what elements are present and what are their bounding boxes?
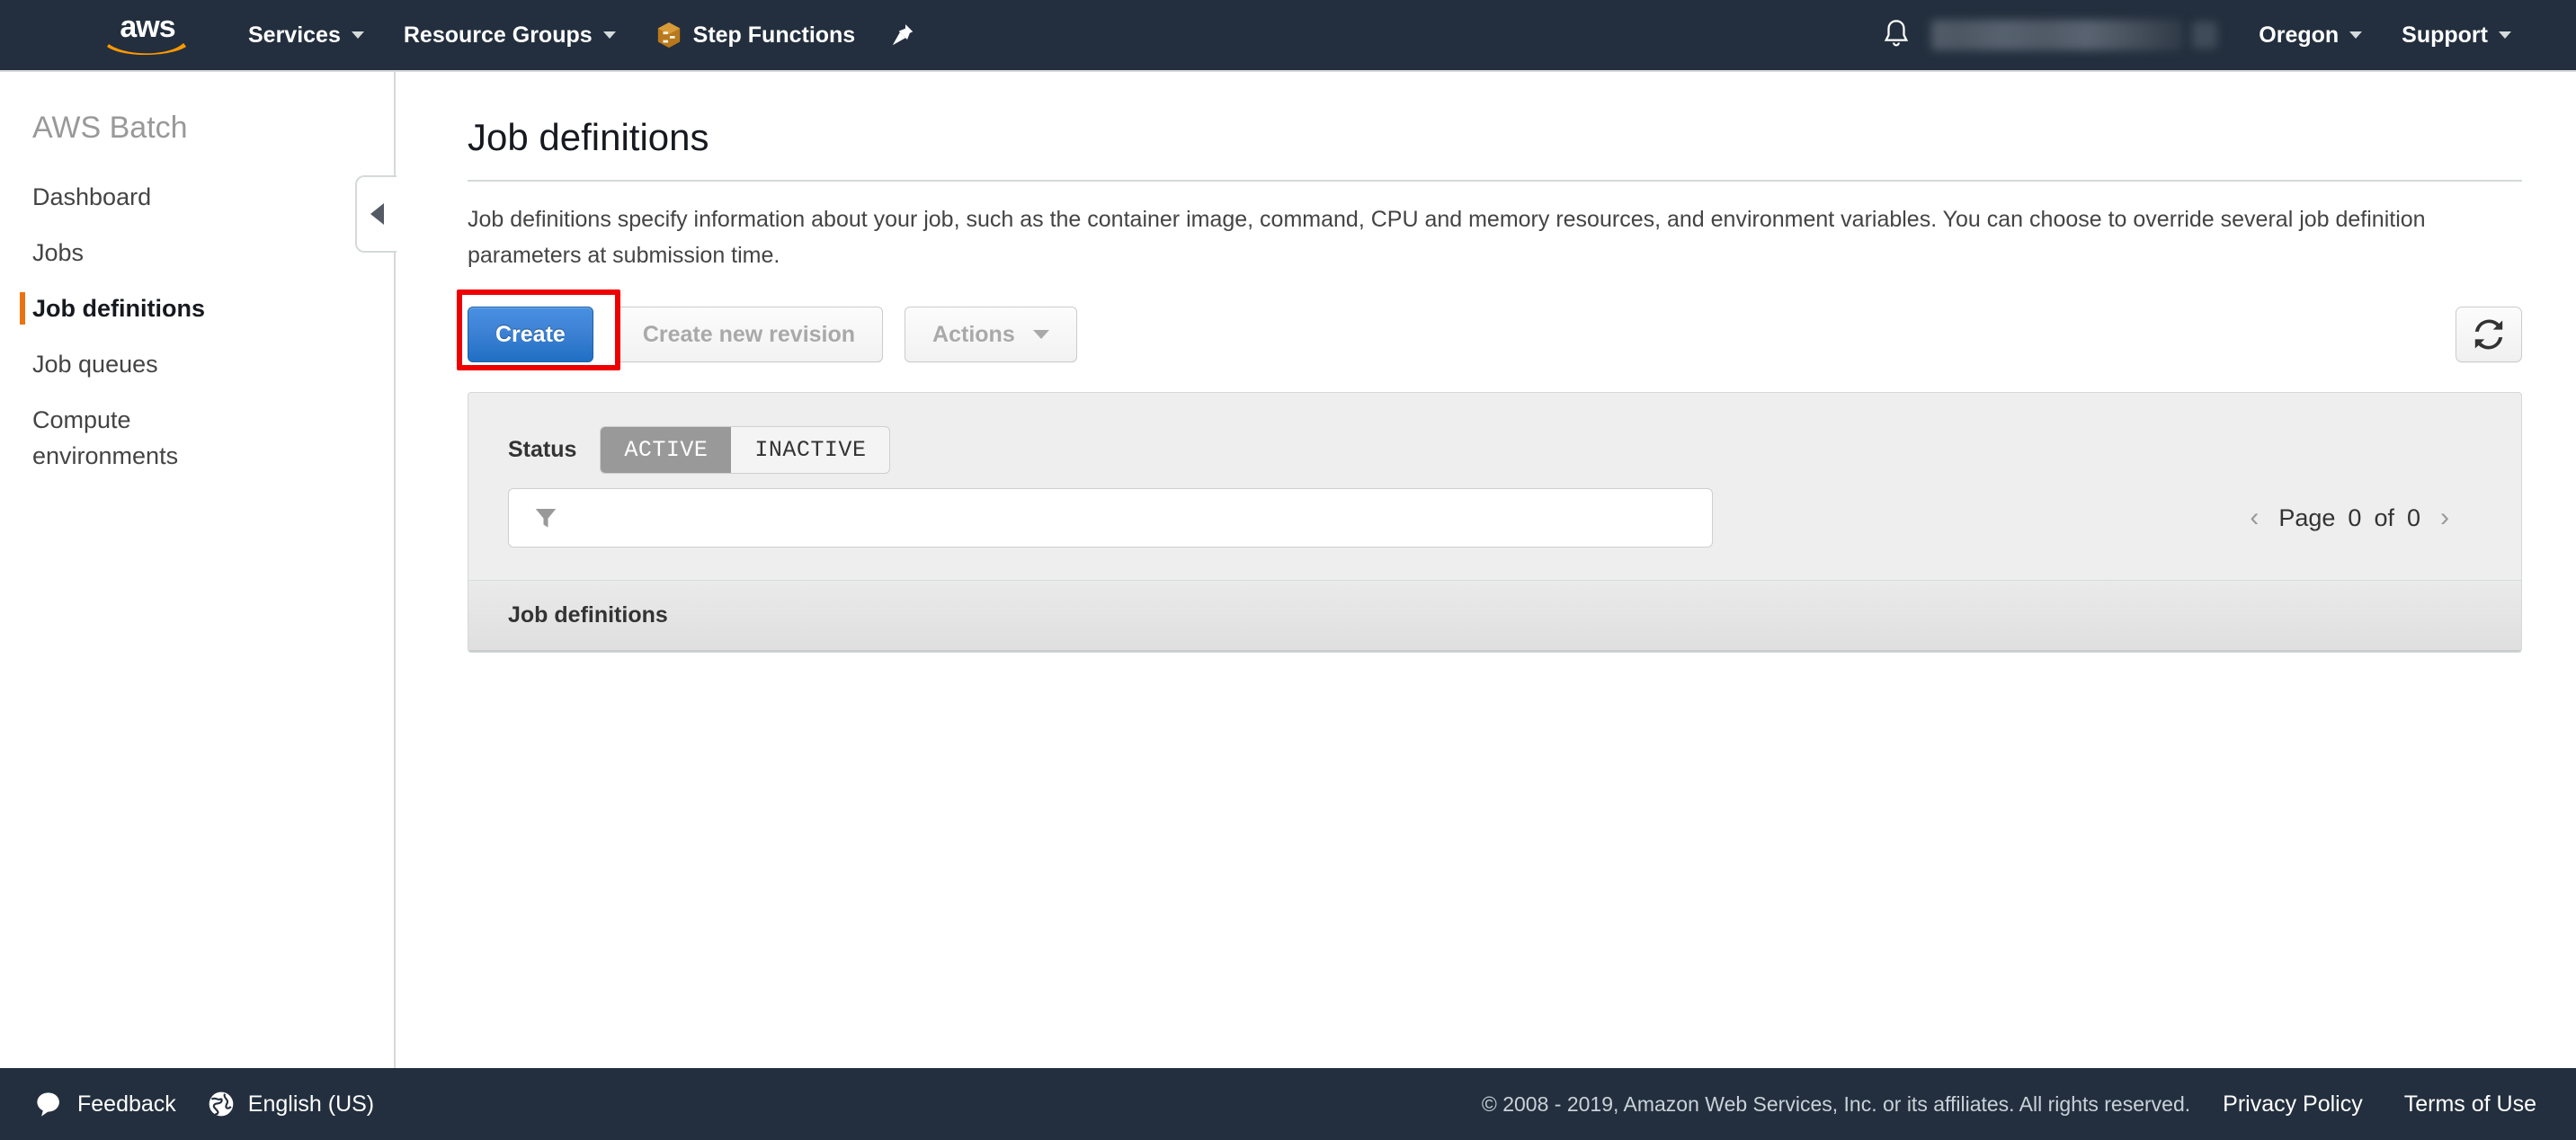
title-divider: [468, 180, 2522, 182]
copyright-text: © 2008 - 2019, Amazon Web Services, Inc.…: [1481, 1091, 2191, 1116]
table-header-label: Job definitions: [508, 602, 668, 628]
chevron-down-icon: [351, 31, 364, 39]
status-option-label: ACTIVE: [624, 436, 709, 463]
status-segmented-control: ACTIVE INACTIVE: [600, 425, 891, 474]
sidebar-item-label: Job definitions: [32, 295, 205, 322]
sidebar-item-label: Jobs: [32, 239, 85, 266]
sidebar-title: AWS Batch: [32, 111, 188, 145]
chevron-down-icon: [2499, 31, 2511, 39]
actions-dropdown-button[interactable]: Actions: [905, 307, 1077, 362]
chevron-down-icon: [1032, 330, 1049, 339]
chevron-down-icon: [2349, 31, 2363, 39]
sidebar-item-list: Dashboard Jobs Job definitions Job queue…: [0, 169, 394, 484]
pagination-of-word: of: [2374, 503, 2394, 531]
page-footer: Feedback English (US) © 2008 - 2019, Ama…: [0, 1068, 2576, 1140]
sidebar-navigation: AWS Batch Dashboard Jobs Job definitions…: [0, 72, 396, 1068]
refresh-button[interactable]: [2456, 307, 2522, 362]
nav-services-label: Services: [248, 22, 341, 48]
job-definitions-panel: Status ACTIVE INACTIVE ‹ Page 0 of 0 › J…: [468, 392, 2522, 653]
terms-of-use-link[interactable]: Terms of Use: [2404, 1091, 2536, 1118]
feedback-label: Feedback: [77, 1091, 176, 1117]
sidebar-collapse-button[interactable]: [355, 175, 397, 253]
sidebar-item-compute-environments[interactable]: Compute environments: [0, 392, 261, 484]
create-button-label: Create: [495, 321, 566, 347]
sidebar-item-label: Dashboard: [32, 183, 152, 210]
nav-resource-groups-label: Resource Groups: [403, 22, 593, 48]
sidebar-item-label: Job queues: [32, 351, 158, 378]
sidebar-item-job-definitions[interactable]: Job definitions: [0, 281, 394, 336]
feedback-link[interactable]: Feedback: [34, 1091, 176, 1118]
aws-logo[interactable]: aws: [99, 12, 196, 58]
caret-left-icon: [370, 203, 384, 225]
status-filter-row: Status ACTIVE INACTIVE: [468, 393, 2521, 479]
nav-step-functions[interactable]: Step Functions: [636, 0, 876, 71]
page-description: Job definitions specify information abou…: [468, 207, 2426, 268]
speech-bubble-icon: [37, 1092, 59, 1117]
page-title: Job definitions: [468, 116, 709, 158]
action-toolbar: Create Create new revision Actions: [457, 289, 2522, 370]
account-name-redacted[interactable]: [1931, 20, 2184, 50]
status-option-active[interactable]: ACTIVE: [601, 426, 732, 473]
pagination-next-button[interactable]: ›: [2440, 504, 2449, 531]
pagination-current-page: 0: [2348, 503, 2362, 531]
nav-region-label: Oregon: [2259, 22, 2340, 48]
sidebar-item-label: Compute environments: [32, 406, 179, 469]
pagination-label: Page 0 of 0: [2278, 504, 2420, 532]
sidebar-item-jobs[interactable]: Jobs: [0, 225, 394, 281]
create-button[interactable]: Create: [468, 307, 593, 362]
aws-wordmark: aws: [120, 10, 175, 44]
pin-button[interactable]: [875, 0, 931, 71]
refresh-icon: [2474, 319, 2503, 350]
notifications-button[interactable]: [1861, 0, 1931, 71]
pagination-control: ‹ Page 0 of 0 ›: [2250, 504, 2482, 532]
table-header: Job definitions: [468, 580, 2521, 652]
privacy-policy-link[interactable]: Privacy Policy: [2223, 1091, 2363, 1118]
account-caret-redacted: [2192, 22, 2218, 49]
nav-step-functions-label: Step Functions: [692, 22, 856, 48]
status-filter-label: Status: [508, 436, 577, 462]
nav-resource-groups[interactable]: Resource Groups: [384, 0, 636, 71]
actions-dropdown-label: Actions: [932, 321, 1015, 347]
create-new-revision-label: Create new revision: [642, 321, 856, 347]
status-option-inactive[interactable]: INACTIVE: [731, 427, 889, 473]
aws-smile-icon: [107, 43, 186, 56]
search-input[interactable]: [574, 504, 1653, 531]
pagination-page-word: Page: [2278, 503, 2336, 531]
nav-support[interactable]: Support: [2382, 0, 2531, 71]
create-new-revision-button[interactable]: Create new revision: [614, 307, 884, 362]
footer-left-links: Feedback English (US): [34, 1090, 374, 1118]
nav-services[interactable]: Services: [228, 0, 384, 71]
top-navigation-bar: aws Services Resource Groups Step Functi…: [0, 0, 2576, 72]
filter-input-wrapper[interactable]: [508, 488, 1713, 548]
nav-support-label: Support: [2402, 22, 2488, 48]
sidebar-item-job-queues[interactable]: Job queues: [0, 336, 394, 392]
pagination-prev-button[interactable]: ‹: [2250, 504, 2259, 531]
chevron-down-icon: [602, 31, 616, 39]
footer-right-links: Privacy Policy Terms of Use: [2223, 1091, 2536, 1118]
language-selector[interactable]: English (US): [207, 1090, 374, 1118]
globe-icon: [209, 1091, 234, 1117]
pin-icon: [892, 24, 914, 46]
pagination-total-pages: 0: [2406, 503, 2420, 531]
search-and-pagination-row: ‹ Page 0 of 0 ›: [468, 479, 2521, 580]
sidebar-item-dashboard[interactable]: Dashboard: [0, 169, 394, 225]
step-functions-icon: [657, 22, 680, 49]
bell-notification-icon: [1885, 20, 1909, 47]
nav-region-selector[interactable]: Oregon: [2239, 0, 2382, 71]
status-option-label: INACTIVE: [754, 436, 867, 463]
filter-funnel-icon: [535, 509, 557, 528]
language-label: English (US): [247, 1091, 375, 1117]
main-content: Job definitions Job definitions specify …: [397, 72, 2576, 1068]
